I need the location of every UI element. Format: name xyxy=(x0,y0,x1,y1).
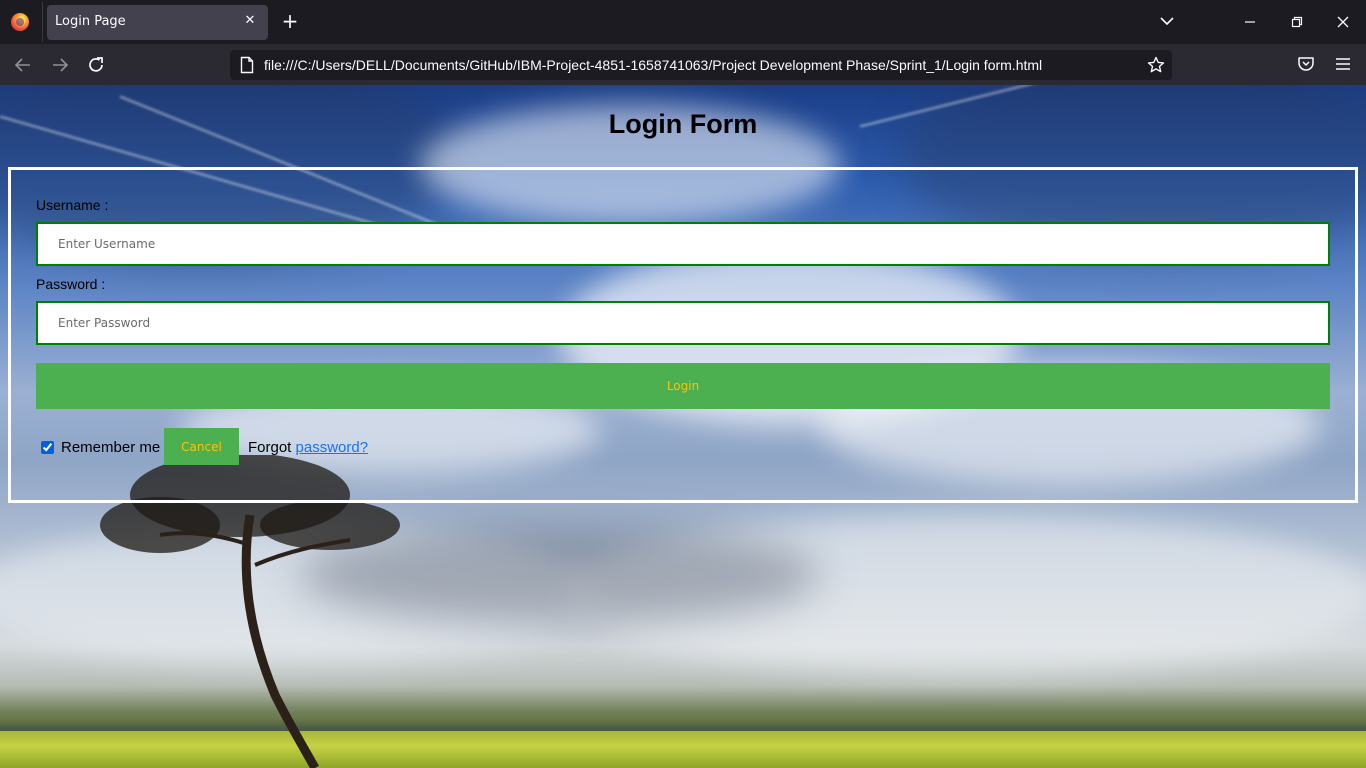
password-input[interactable] xyxy=(36,301,1330,345)
username-label: Username : xyxy=(36,197,109,213)
page-viewport: Login Form Username : Password : Login R… xyxy=(0,85,1366,768)
chevron-down-icon[interactable] xyxy=(1158,12,1176,30)
minimize-icon[interactable] xyxy=(1240,12,1260,32)
star-icon[interactable] xyxy=(1146,55,1166,75)
nav-bar: file:///C:/Users/DELL/Documents/GitHub/I… xyxy=(0,44,1366,85)
tab-bar: Login Page ✕ + xyxy=(0,0,1366,44)
login-form: Username : Password : Login Remember me … xyxy=(8,167,1358,503)
remember-me-label: Remember me xyxy=(61,439,161,456)
firefox-logo[interactable] xyxy=(11,13,29,31)
close-icon[interactable] xyxy=(1333,12,1353,32)
browser-tab[interactable]: Login Page ✕ xyxy=(47,5,268,40)
page-title: Login Form xyxy=(608,109,758,139)
tab-close-icon[interactable]: ✕ xyxy=(242,13,258,29)
forgot-password: Forgot password? xyxy=(248,439,368,456)
url-bar[interactable]: file:///C:/Users/DELL/Documents/GitHub/I… xyxy=(230,50,1172,80)
reload-icon[interactable] xyxy=(85,54,107,76)
forgot-prefix: Forgot xyxy=(248,439,296,456)
menu-icon[interactable] xyxy=(1333,54,1353,74)
url-text[interactable]: file:///C:/Users/DELL/Documents/GitHub/I… xyxy=(264,57,1042,73)
remember-me: Remember me xyxy=(41,439,160,456)
username-input[interactable] xyxy=(36,222,1330,266)
back-icon[interactable] xyxy=(12,54,34,76)
forgot-password-link[interactable]: password? xyxy=(296,439,369,456)
pocket-icon[interactable] xyxy=(1296,54,1316,74)
new-tab-button[interactable]: + xyxy=(279,10,301,32)
tab-separator xyxy=(42,2,43,42)
page-icon xyxy=(240,56,254,74)
tab-title: Login Page xyxy=(55,14,126,29)
forward-icon[interactable] xyxy=(49,54,71,76)
password-label: Password : xyxy=(36,276,106,292)
login-button[interactable]: Login xyxy=(36,363,1330,409)
remember-me-checkbox[interactable] xyxy=(41,441,54,454)
maximize-icon[interactable] xyxy=(1287,12,1307,32)
cancel-button[interactable]: Cancel xyxy=(164,428,239,465)
